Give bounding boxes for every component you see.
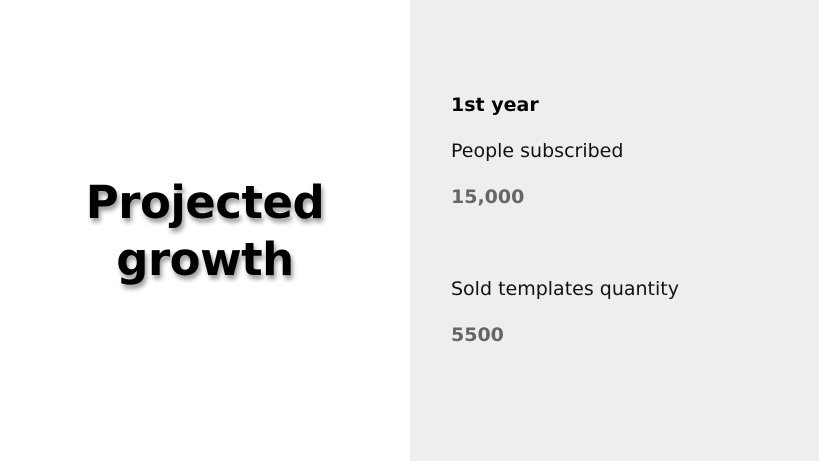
metric-label-people-subscribed: People subscribed [451,140,624,162]
right-panel [410,0,819,461]
slide-title-line-1: Projected [85,176,325,229]
slide-title: Projected growth [0,174,410,288]
metric-label-sold-templates: Sold templates quantity [451,278,679,300]
metric-value-sold-templates: 5500 [451,324,504,346]
period-heading: 1st year [451,94,539,116]
slide-title-line-2: growth [116,233,294,286]
slide: Projected growth 1st year People subscri… [0,0,819,461]
metric-value-people-subscribed: 15,000 [451,186,525,208]
